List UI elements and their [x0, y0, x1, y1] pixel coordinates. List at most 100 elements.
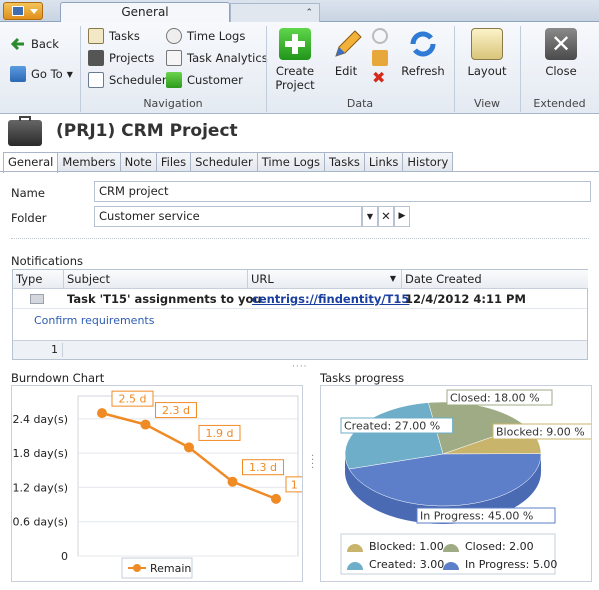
customer-button[interactable]: Customer [166, 72, 243, 88]
divider [62, 343, 63, 357]
data-label: 2.3 d [162, 404, 190, 417]
tab-scheduler[interactable]: Scheduler [190, 152, 258, 172]
refresh-button[interactable]: Refresh [398, 28, 448, 78]
pencil-icon [330, 28, 362, 60]
delete-icon[interactable]: ✖ [372, 70, 388, 86]
splitter-handle[interactable]: ···· [292, 362, 307, 372]
confirm-requirements-link[interactable]: Confirm requirements [34, 314, 154, 327]
tasks-progress-label: Tasks progress [320, 371, 405, 385]
burndown-label: Burndown Chart [11, 371, 105, 385]
briefcase-icon [8, 116, 42, 146]
edit-small-icon[interactable] [372, 50, 388, 66]
task-analytics-button[interactable]: Task Analytics [166, 50, 268, 66]
chevron-down-icon [30, 9, 38, 14]
back-button[interactable]: Back [10, 36, 59, 52]
goto-label: Go To [31, 67, 63, 81]
notifications-grid: Type Subject URL ▼ Date Created Task 'T15… [12, 269, 588, 360]
legend-marker [133, 564, 141, 572]
data-point [227, 476, 238, 487]
legend-label: Closed: 2.00 [465, 540, 534, 553]
column-header-subject[interactable]: Subject [64, 270, 248, 289]
percent-label: Closed: 18.00 % [450, 392, 540, 405]
data-point [271, 493, 281, 504]
legend-label: Blocked: 1.00 [369, 540, 444, 553]
data-label: 1.9 d [206, 427, 234, 440]
refresh-label: Refresh [401, 64, 445, 78]
tab-tasks[interactable]: Tasks [324, 152, 365, 172]
create-project-button[interactable]: Create Project [272, 28, 318, 92]
legend-label: Created: 3.00 [369, 558, 444, 571]
edit-label: Edit [334, 64, 358, 78]
ribbon: Back Go To ▼ Tasks Projects Scheduler Tim… [0, 22, 599, 114]
data-label: 2.5 d [119, 393, 147, 406]
task-analytics-label: Task Analytics [187, 51, 268, 65]
tab-time-logs[interactable]: Time Logs [256, 152, 326, 172]
y-tick-label: 2.4 day(s) [12, 413, 68, 426]
view-group-label: View [473, 97, 501, 110]
tasks-button[interactable]: Tasks [88, 28, 140, 44]
folder-open-button[interactable]: ▶ [394, 206, 410, 227]
customer-label: Customer [187, 73, 243, 87]
scheduler-label: Scheduler [109, 73, 167, 87]
folder-field[interactable]: Customer service [94, 206, 362, 227]
percent-label: Created: 27.00 % [344, 420, 440, 433]
layout-icon [471, 28, 503, 60]
row-subject: Task 'T15' assignments to you [67, 292, 262, 306]
back-arrow-icon [10, 36, 26, 52]
chevron-down-icon: ▼ [66, 69, 73, 79]
tab-members[interactable]: Members [57, 152, 121, 172]
ribbon-tab-general[interactable]: General [60, 2, 230, 23]
calendar-icon [88, 72, 104, 88]
customer-icon [166, 72, 182, 88]
burndown-chart: 0 0.6 day(s) 1.2 day(s) 1.8 day(s) 2.4 day(s… [12, 390, 314, 579]
legend-label: In Progress: 5.00 [465, 558, 557, 571]
data-group-label: Data [346, 97, 374, 110]
tabs-underline [0, 171, 599, 172]
close-icon: ✕ [545, 28, 577, 60]
app-menu-icon [12, 6, 24, 16]
data-point [97, 408, 107, 419]
close-label: Close [545, 64, 577, 78]
column-header-type[interactable]: Type [13, 270, 64, 289]
row-url-link[interactable]: centrigs://findentity/T15 [252, 292, 409, 306]
edit-button[interactable]: Edit [326, 28, 366, 78]
divider [11, 238, 589, 239]
projects-label: Projects [109, 51, 155, 65]
tab-files[interactable]: Files [155, 152, 192, 172]
name-label: Name [11, 186, 45, 200]
application-menu-button[interactable] [3, 2, 43, 20]
page-title: (PRJ1) CRM Project [56, 121, 238, 141]
name-field[interactable]: CRM project [94, 181, 591, 202]
tab-note[interactable]: Note [119, 152, 157, 172]
ribbon-tab-collapse[interactable]: ⌃ [230, 3, 320, 22]
table-row[interactable]: Task 'T15' assignments to you centrigs:/… [13, 290, 587, 309]
y-tick-label: 0 [61, 550, 68, 563]
folder-clear-button[interactable]: ✕ [378, 206, 394, 227]
ribbon-tab-strip: General ⌃ [0, 0, 599, 23]
tasks-label: Tasks [109, 29, 140, 43]
scheduler-button[interactable]: Scheduler [88, 72, 167, 88]
extended-group-label: Extended [533, 97, 586, 110]
column-header-date[interactable]: Date Created [402, 270, 588, 289]
time-logs-button[interactable]: Time Logs [166, 28, 245, 44]
tab-general[interactable]: General [3, 152, 59, 173]
goto-button[interactable]: Go To ▼ [10, 66, 73, 82]
percent-label: In Progress: 45.00 % [420, 510, 533, 523]
disabled-icon[interactable] [372, 28, 388, 44]
percent-label: Blocked: 9.00 % [496, 426, 585, 439]
projects-button[interactable]: Projects [88, 50, 154, 66]
create-label-1: Create [275, 64, 315, 78]
folder-dropdown-button[interactable]: ▼ [362, 206, 378, 227]
tab-links[interactable]: Links [363, 152, 404, 172]
tab-history[interactable]: History [402, 152, 454, 172]
column-header-url[interactable]: URL ▼ [248, 270, 402, 289]
layout-button[interactable]: Layout [462, 28, 512, 78]
navigation-group-label: Navigation [143, 97, 203, 110]
create-label-2: Project [275, 78, 315, 92]
sigma-icon [166, 50, 182, 66]
notifications-label: Notifications [11, 254, 83, 268]
close-button[interactable]: ✕ Close [538, 28, 584, 78]
y-tick-label: 0.6 day(s) [12, 516, 68, 529]
vertical-splitter-handle[interactable]: · · · · [311, 452, 314, 474]
layout-label: Layout [467, 64, 507, 78]
